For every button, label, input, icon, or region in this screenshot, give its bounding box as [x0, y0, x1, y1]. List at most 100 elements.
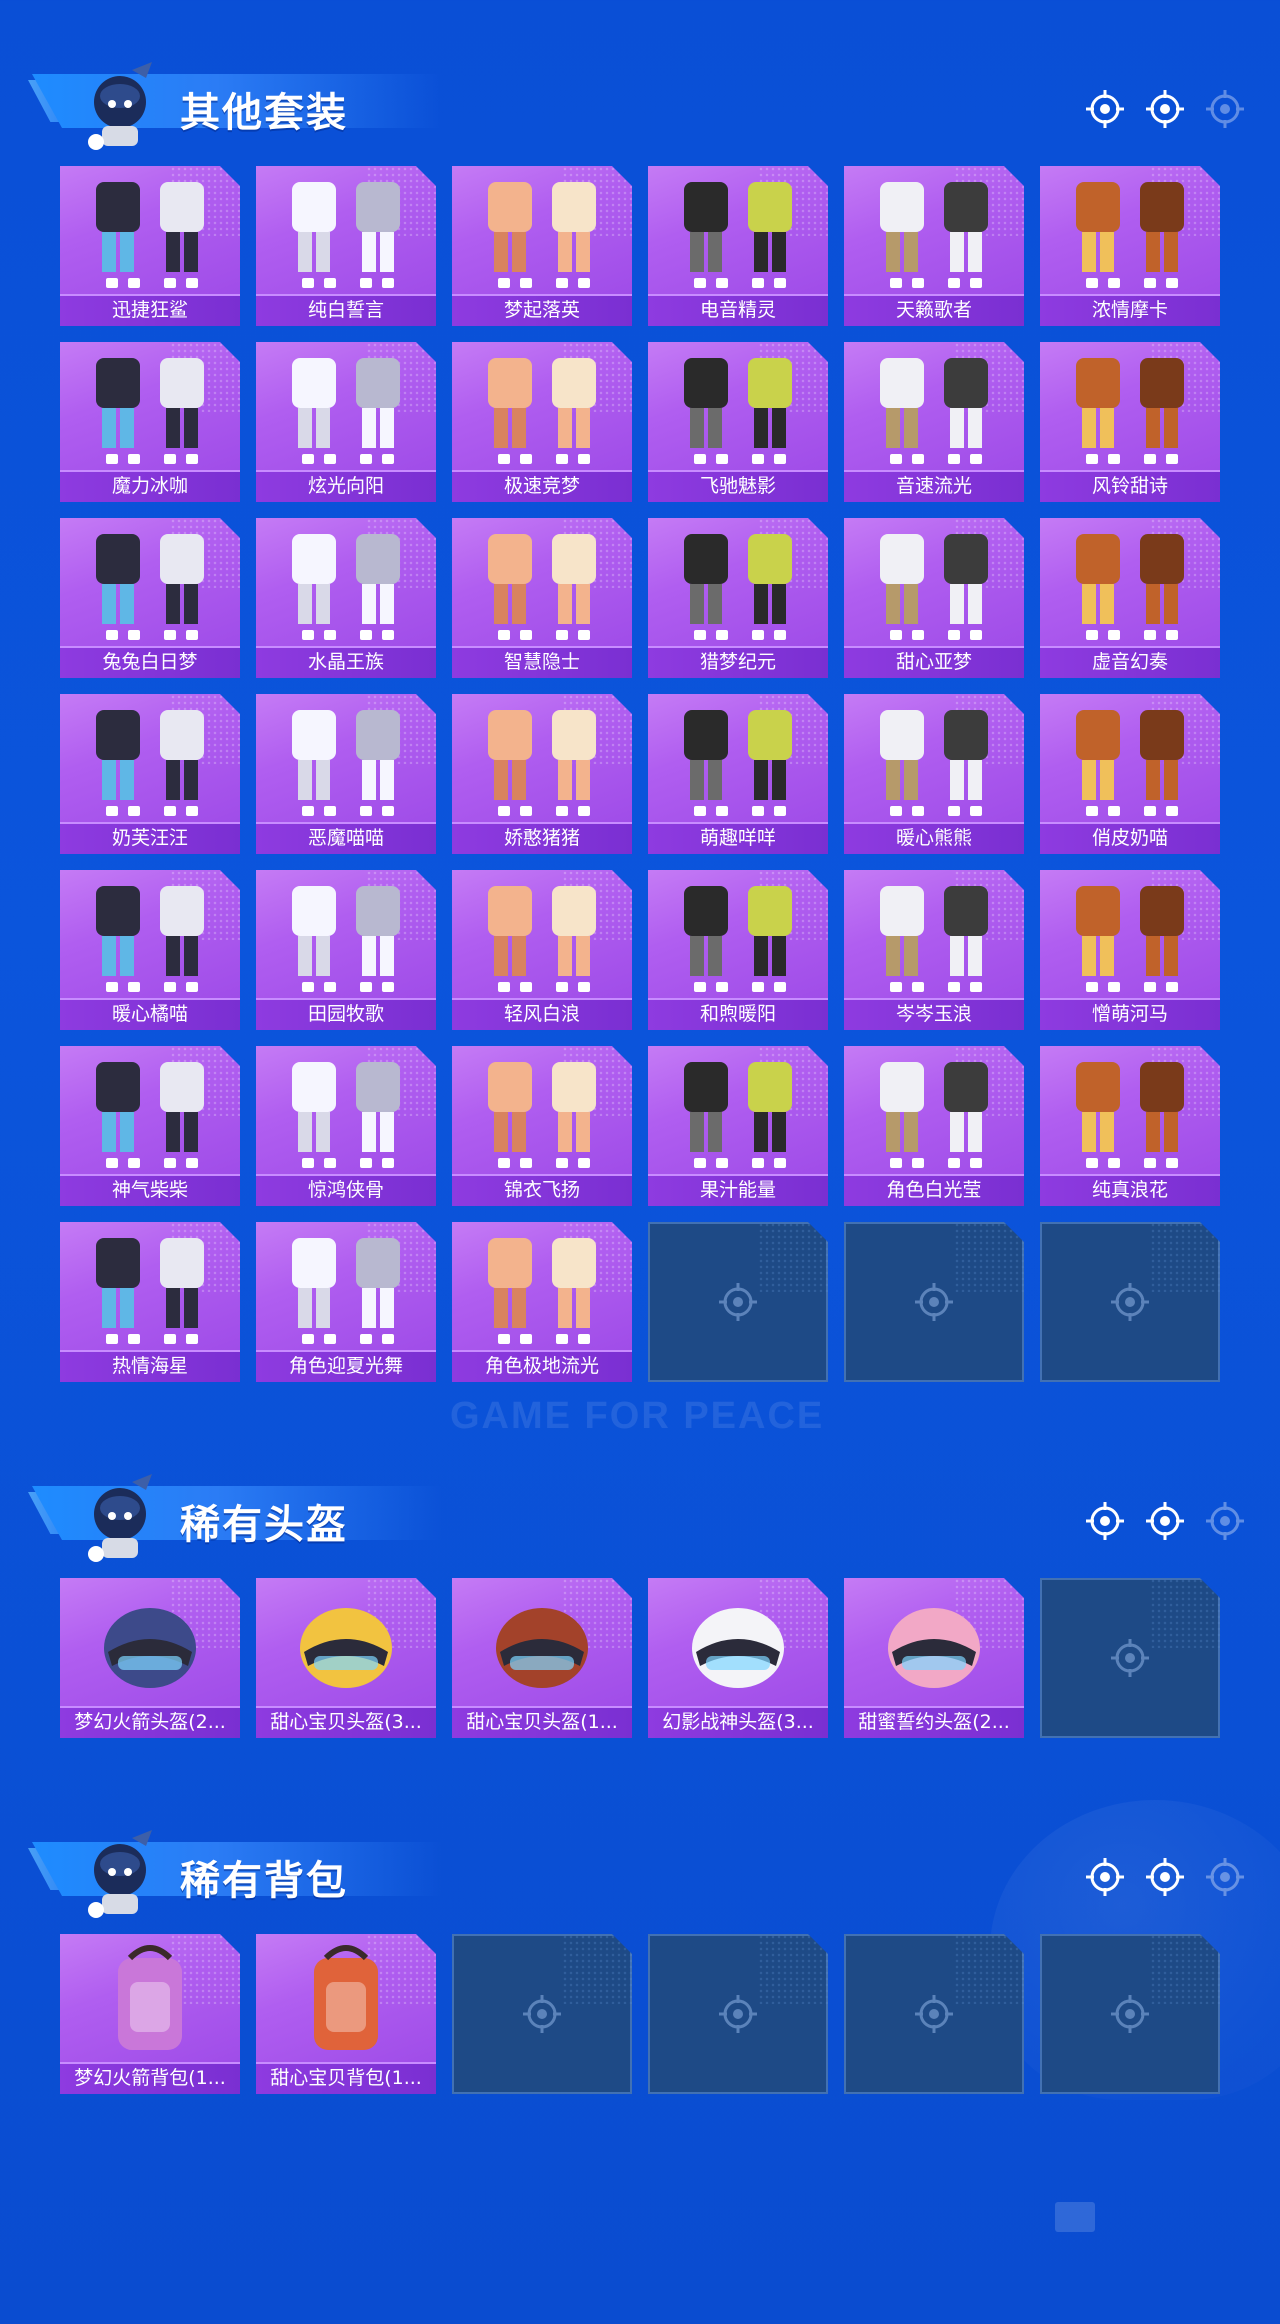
- outfit-preview-icon: [1076, 1062, 1184, 1168]
- target-icon: [1204, 88, 1246, 134]
- item-card[interactable]: 娇憨猪猪: [452, 694, 632, 854]
- item-card[interactable]: 水晶王族: [256, 518, 436, 678]
- item-card[interactable]: 兔兔白日梦: [60, 518, 240, 678]
- item-card[interactable]: 风铃甜诗: [1040, 342, 1220, 502]
- item-card[interactable]: 智慧隐士: [452, 518, 632, 678]
- item-card[interactable]: 暖心熊熊: [844, 694, 1024, 854]
- item-card[interactable]: 热情海星: [60, 1222, 240, 1382]
- empty-slot: [1040, 1578, 1220, 1738]
- target-icon: [1144, 1500, 1186, 1546]
- section-rare-backpacks: 稀有背包 梦幻火箭背包(1... 甜心宝贝背包(1...: [0, 1808, 1280, 2094]
- item-name: 水晶王族: [307, 651, 384, 673]
- item-card[interactable]: 幻影战神头盔(3...: [648, 1578, 828, 1738]
- item-card[interactable]: 果汁能量: [648, 1046, 828, 1206]
- item-card[interactable]: 奶芙汪汪: [60, 694, 240, 854]
- item-name: 萌趣咩咩: [699, 827, 776, 849]
- outfit-preview-icon: [96, 534, 204, 640]
- item-name: 魔力冰咖: [111, 475, 188, 497]
- item-name: 甜心宝贝头盔(3...: [270, 1711, 422, 1733]
- item-card[interactable]: 和煦暖阳: [648, 870, 828, 1030]
- item-card[interactable]: 萌趣咩咩: [648, 694, 828, 854]
- section-header: 稀有头盔: [0, 1452, 1280, 1562]
- item-card[interactable]: 甜心宝贝背包(1...: [256, 1934, 436, 2094]
- item-name: 甜心宝贝背包(1...: [270, 2067, 422, 2089]
- outfit-preview-icon: [684, 710, 792, 816]
- item-card[interactable]: 梦幻火箭背包(1...: [60, 1934, 240, 2094]
- item-card[interactable]: 虚音幻奏: [1040, 518, 1220, 678]
- item-card[interactable]: 魔力冰咖: [60, 342, 240, 502]
- section-rare-helmets: 稀有头盔 梦幻火箭头盔(2... 甜心宝贝头盔(3... 甜心宝贝头盔(1...…: [0, 1452, 1280, 1738]
- helmet-preview-icon: [692, 1608, 784, 1688]
- item-name: 电音精灵: [699, 299, 776, 321]
- outfit-preview-icon: [1076, 358, 1184, 464]
- mascot-icon: [72, 1828, 166, 1922]
- outfit-preview-icon: [684, 534, 792, 640]
- item-card[interactable]: 角色白光莹: [844, 1046, 1024, 1206]
- item-card[interactable]: 角色迎夏光舞: [256, 1222, 436, 1382]
- item-name: 果汁能量: [699, 1179, 776, 1201]
- item-card[interactable]: 梦起落英: [452, 166, 632, 326]
- item-name: 奶芙汪汪: [111, 827, 188, 849]
- item-card[interactable]: 恶魔喵喵: [256, 694, 436, 854]
- item-name: 智慧隐士: [503, 651, 580, 673]
- item-card[interactable]: 神气柴柴: [60, 1046, 240, 1206]
- item-name: 角色白光莹: [886, 1179, 982, 1201]
- item-card[interactable]: 纯白誓言: [256, 166, 436, 326]
- outfit-preview-icon: [1076, 534, 1184, 640]
- item-card[interactable]: 暖心橘喵: [60, 870, 240, 1030]
- item-card[interactable]: 憎萌河马: [1040, 870, 1220, 1030]
- item-card[interactable]: 纯真浪花: [1040, 1046, 1220, 1206]
- outfit-preview-icon: [488, 182, 596, 288]
- item-grid: 迅捷狂鲨 纯白誓言 梦起落英 电音精灵 天籁歌者 浓情摩卡 魔力冰咖 炫光向阳 …: [60, 166, 1220, 1382]
- item-card[interactable]: 音速流光: [844, 342, 1024, 502]
- item-card[interactable]: 天籁歌者: [844, 166, 1024, 326]
- item-card[interactable]: 猎梦纪元: [648, 518, 828, 678]
- outfit-preview-icon: [880, 182, 988, 288]
- outfit-preview-icon: [292, 1238, 400, 1344]
- target-icon: [1084, 1500, 1126, 1546]
- item-card[interactable]: 浓情摩卡: [1040, 166, 1220, 326]
- empty-slot: [452, 1934, 632, 2094]
- item-name: 锦衣飞扬: [503, 1179, 580, 1201]
- item-name: 暖心熊熊: [895, 827, 972, 849]
- item-card[interactable]: 惊鸿侠骨: [256, 1046, 436, 1206]
- item-card[interactable]: 甜蜜誓约头盔(2...: [844, 1578, 1024, 1738]
- empty-slot: [1040, 1934, 1220, 2094]
- game-watermark: GAME FOR PEACE: [450, 1395, 825, 1437]
- section-title: 稀有头盔: [180, 1503, 348, 1547]
- item-name: 轻风白浪: [503, 1003, 580, 1025]
- item-card[interactable]: 轻风白浪: [452, 870, 632, 1030]
- empty-slot: [844, 1222, 1024, 1382]
- item-card[interactable]: 梦幻火箭头盔(2...: [60, 1578, 240, 1738]
- item-name: 音速流光: [895, 475, 972, 497]
- outfit-preview-icon: [96, 1062, 204, 1168]
- outfit-preview-icon: [684, 182, 792, 288]
- target-icons: [1084, 1500, 1246, 1546]
- item-card[interactable]: 炫光向阳: [256, 342, 436, 502]
- item-name: 梦起落英: [503, 299, 580, 321]
- item-card[interactable]: 田园牧歌: [256, 870, 436, 1030]
- item-card[interactable]: 锦衣飞扬: [452, 1046, 632, 1206]
- item-card[interactable]: 俏皮奶喵: [1040, 694, 1220, 854]
- outfit-preview-icon: [96, 1238, 204, 1344]
- item-card[interactable]: 飞驰魅影: [648, 342, 828, 502]
- item-card[interactable]: 甜心亚梦: [844, 518, 1024, 678]
- outfit-preview-icon: [488, 358, 596, 464]
- helmet-preview-icon: [300, 1608, 392, 1688]
- outfit-preview-icon: [1076, 886, 1184, 992]
- item-card[interactable]: 电音精灵: [648, 166, 828, 326]
- item-grid: 梦幻火箭头盔(2... 甜心宝贝头盔(3... 甜心宝贝头盔(1... 幻影战神…: [60, 1578, 1220, 1738]
- outfit-preview-icon: [488, 1238, 596, 1344]
- item-card[interactable]: 甜心宝贝头盔(1...: [452, 1578, 632, 1738]
- item-name: 暖心橘喵: [111, 1003, 188, 1025]
- item-name: 甜心宝贝头盔(1...: [466, 1711, 618, 1733]
- outfit-preview-icon: [880, 886, 988, 992]
- item-name: 幻影战神头盔(3...: [662, 1711, 814, 1733]
- item-card[interactable]: 极速竞梦: [452, 342, 632, 502]
- item-card[interactable]: 角色极地流光: [452, 1222, 632, 1382]
- item-card[interactable]: 甜心宝贝头盔(3...: [256, 1578, 436, 1738]
- outfit-preview-icon: [880, 710, 988, 816]
- item-card[interactable]: 岑岑玉浪: [844, 870, 1024, 1030]
- item-card[interactable]: 迅捷狂鲨: [60, 166, 240, 326]
- item-name: 热情海星: [111, 1355, 188, 1377]
